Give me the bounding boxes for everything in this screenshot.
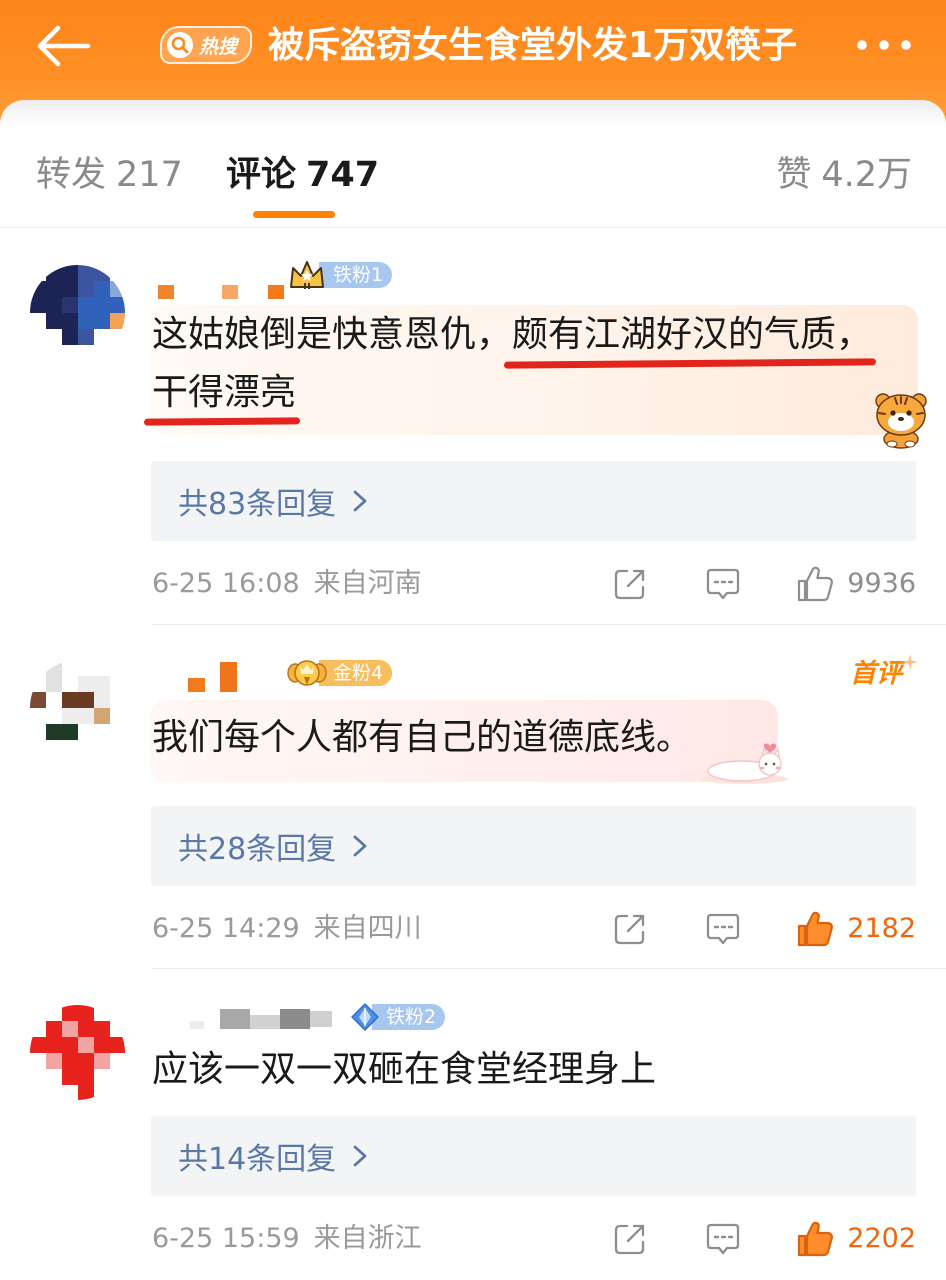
comment-icon[interactable] <box>705 1221 741 1257</box>
fan-badge[interactable]: 金粉4 <box>287 655 393 691</box>
share-icon[interactable] <box>612 1221 648 1257</box>
fan-badge-label: 铁粉2 <box>372 1004 446 1030</box>
topic-title[interactable]: 被斥盗窃女生食堂外发1万双筷子 <box>268 19 797 73</box>
more-icon[interactable] <box>852 35 918 55</box>
diamond-icon <box>351 1003 379 1031</box>
cat-sticker <box>700 743 788 784</box>
avatar[interactable] <box>30 1005 125 1100</box>
first-comment-label: 首评 <box>850 659 903 689</box>
comment-text: 应该一双一双砸在食堂经理身上 <box>152 1041 656 1099</box>
comment-meta: 6-25 16:08 来自河南 <box>152 564 422 604</box>
comment-icon[interactable] <box>705 911 741 947</box>
comment-time: 6-25 14:29 <box>152 913 300 944</box>
sparkle-icon <box>902 654 919 670</box>
replies-count: 共83条回复 <box>178 487 337 522</box>
like-count: 9936 <box>847 568 916 599</box>
tab-count: 4.2万 <box>821 155 912 195</box>
comment-time: 6-25 15:59 <box>152 1223 300 1254</box>
replies-count: 共14条回复 <box>178 1142 337 1177</box>
tab-comments[interactable]: 评论 747 <box>226 150 379 200</box>
comment-footer: 6-25 15:59 来自浙江 2202 <box>152 1219 916 1259</box>
like-count: 2202 <box>847 1223 916 1254</box>
first-comment-tag: 首评 <box>850 654 919 690</box>
comment-item: 金粉4 首评 我们每个人都有自己的道德底线。 共28条回复 6-25 14:29… <box>0 625 946 968</box>
replies-link[interactable]: 共28条回复 <box>151 806 916 886</box>
replies-link[interactable]: 共14条回复 <box>151 1116 916 1196</box>
share-icon[interactable] <box>612 911 648 947</box>
back-button[interactable] <box>34 24 92 68</box>
username-redacted[interactable] <box>150 1007 340 1041</box>
active-tab-indicator <box>253 211 335 218</box>
back-arrow-icon <box>37 25 91 67</box>
gold-fan-icon <box>287 660 327 686</box>
comment-item: 铁粉1 这姑娘倒是快意恩仇，颇有江湖好汉的气质， 干得漂亮 共83条回复 6-2… <box>0 229 946 624</box>
tiger-sticker <box>875 393 927 449</box>
comment-footer: 6-25 16:08 来自河南 9936 <box>152 564 916 604</box>
like-button[interactable]: 9936 <box>796 564 916 604</box>
comment-text: 我们每个人都有自己的道德底线。 <box>152 709 692 767</box>
tab-count: 217 <box>116 155 183 195</box>
chevron-right-icon <box>353 1145 367 1167</box>
replies-count: 共28条回复 <box>178 832 337 867</box>
like-icon <box>797 1221 833 1257</box>
fan-badge-label: 铁粉1 <box>319 262 393 288</box>
like-icon <box>797 566 833 602</box>
crown-icon <box>290 261 324 289</box>
comment-text-segment: 干得漂亮 <box>152 372 297 413</box>
comment-footer: 6-25 14:29 来自四川 2182 <box>152 909 916 949</box>
comment-text: 干得漂亮 <box>152 364 296 422</box>
comment-text: 这姑娘倒是快意恩仇，颇有江湖好汉的气质， <box>152 306 872 364</box>
fan-badge[interactable]: 铁粉2 <box>350 999 446 1035</box>
tab-reposts[interactable]: 转发 217 <box>36 150 183 200</box>
fan-badge[interactable]: 铁粉1 <box>287 257 393 293</box>
comment-location: 来自四川 <box>313 913 422 944</box>
fan-badge-label: 金粉4 <box>319 660 393 686</box>
tab-label: 评论 <box>226 155 297 195</box>
like-button[interactable]: 2202 <box>796 1219 916 1259</box>
like-button[interactable]: 2182 <box>796 909 916 949</box>
search-icon <box>167 32 193 58</box>
comment-text-segment: 颇有江湖好汉的气质， <box>512 314 873 355</box>
comment-item: 铁粉2 应该一双一双砸在食堂经理身上 共14条回复 6-25 15:59 来自浙江… <box>0 969 946 1280</box>
tab-count: 747 <box>306 155 380 195</box>
replies-link[interactable]: 共83条回复 <box>151 461 916 541</box>
chevron-right-icon <box>353 835 367 857</box>
avatar[interactable] <box>30 660 125 755</box>
tab-likes[interactable]: 赞 4.2万 <box>776 150 912 200</box>
comment-icon[interactable] <box>705 566 741 602</box>
like-count: 2182 <box>847 913 916 944</box>
comment-location: 来自浙江 <box>313 1223 422 1254</box>
chevron-right-icon <box>353 490 367 512</box>
tab-label: 转发 <box>36 155 107 195</box>
comment-meta: 6-25 15:59 来自浙江 <box>152 1219 422 1259</box>
hot-search-label: 热搜 <box>199 35 238 58</box>
comment-time: 6-25 16:08 <box>152 568 300 599</box>
comment-meta: 6-25 14:29 来自四川 <box>152 909 422 949</box>
comment-text-segment: 这姑娘倒是快意恩仇， <box>152 314 513 355</box>
divider <box>0 227 946 228</box>
hot-search-badge[interactable]: 热搜 <box>160 26 252 64</box>
username-redacted[interactable] <box>150 660 280 694</box>
share-icon[interactable] <box>612 566 648 602</box>
tab-label: 赞 <box>776 155 812 195</box>
comment-text-segment: 我们每个人都有自己的道德底线。 <box>152 717 693 758</box>
comment-text-segment: 应该一双一双砸在食堂经理身上 <box>152 1049 657 1090</box>
like-icon <box>797 911 833 947</box>
avatar[interactable] <box>30 265 125 360</box>
comment-location: 来自河南 <box>313 568 422 599</box>
